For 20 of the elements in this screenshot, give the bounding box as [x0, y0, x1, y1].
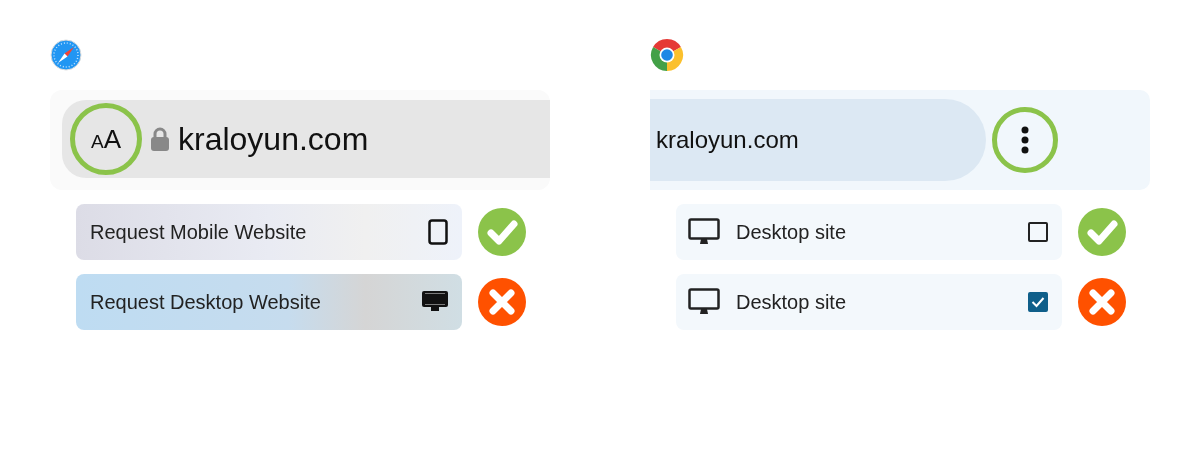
monitor-icon: [688, 218, 720, 246]
text-size-button[interactable]: AA: [70, 103, 142, 175]
monitor-icon: [688, 288, 720, 316]
menu-item[interactable]: Request Mobile Website: [76, 204, 462, 260]
compass-icon: [50, 39, 82, 71]
checkbox[interactable]: [1028, 292, 1048, 312]
menu-button[interactable]: [992, 107, 1058, 173]
address-text: kraloyun.com: [656, 126, 799, 154]
tricolor-circle-icon: [650, 38, 684, 72]
menu-item[interactable]: Desktop site: [676, 204, 1062, 260]
checkbox[interactable]: [1028, 222, 1048, 242]
monitor-icon: [422, 291, 448, 313]
address-text: kraloyun.com: [178, 120, 369, 158]
menu-item[interactable]: Desktop site: [676, 274, 1062, 330]
address-field[interactable]: AA kraloyun.com: [62, 100, 550, 178]
tablet-icon: [428, 219, 448, 245]
address-field[interactable]: kraloyun.com: [650, 99, 986, 181]
menu-item[interactable]: Request Desktop Website: [76, 274, 462, 330]
menu-icon: [1021, 126, 1029, 154]
lock-icon: [150, 126, 170, 152]
